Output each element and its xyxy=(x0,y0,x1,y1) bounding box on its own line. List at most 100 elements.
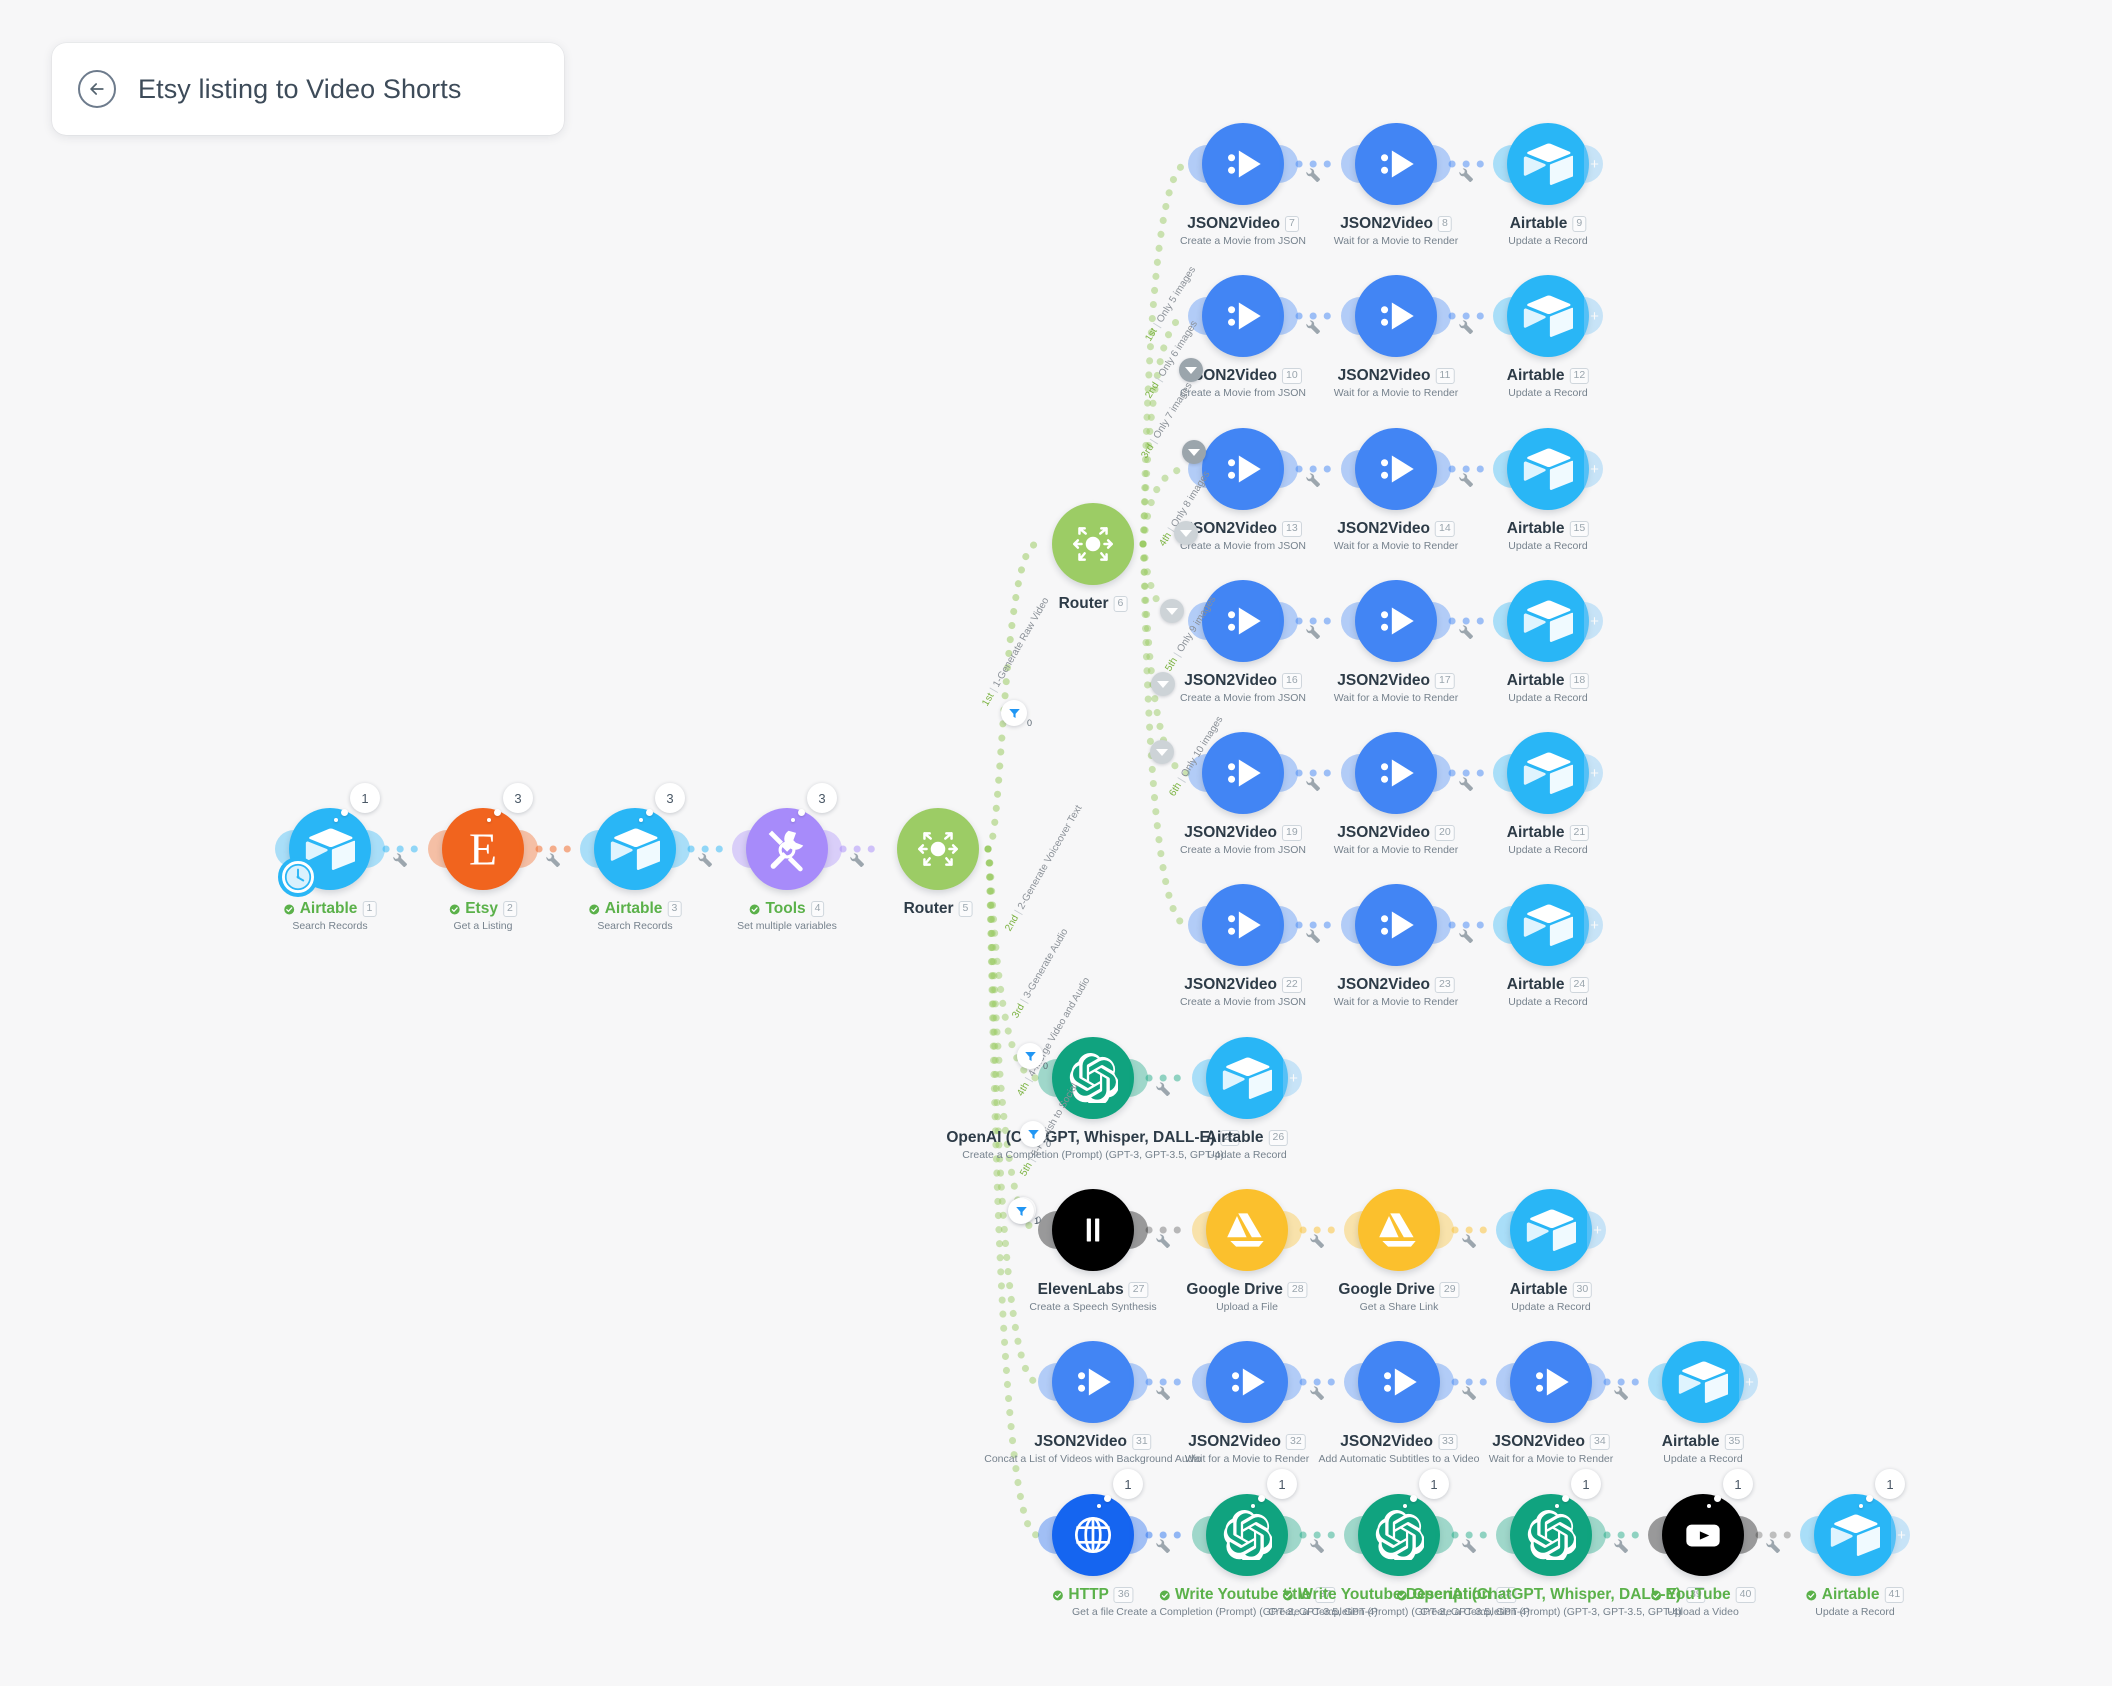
node-icon-google-drive-icon[interactable] xyxy=(1358,1189,1440,1271)
node-label: Airtable 9 Update a Record xyxy=(1508,216,1588,248)
settings-wrench-icon[interactable] xyxy=(1306,928,1321,943)
node-icon-json2video-icon[interactable] xyxy=(1202,884,1284,966)
settings-wrench-icon[interactable] xyxy=(1462,1385,1477,1400)
collapse-toggle-2[interactable] xyxy=(1182,440,1206,464)
node-icon-json2video-icon[interactable] xyxy=(1206,1341,1288,1423)
node-icon-json2video-icon[interactable] xyxy=(1355,884,1437,966)
settings-wrench-icon[interactable] xyxy=(1156,1538,1171,1553)
settings-wrench-icon[interactable] xyxy=(850,852,865,867)
collapse-toggle-4[interactable] xyxy=(1160,599,1184,623)
node-icon-airtable-icon[interactable] xyxy=(594,808,676,890)
settings-wrench-icon[interactable] xyxy=(1459,472,1474,487)
collapse-toggle-3[interactable] xyxy=(1174,521,1198,545)
collapse-toggle-5[interactable] xyxy=(1151,672,1175,696)
settings-wrench-icon[interactable] xyxy=(1459,167,1474,182)
node-icon-airtable-icon[interactable] xyxy=(1510,1189,1592,1271)
settings-wrench-icon[interactable] xyxy=(1459,776,1474,791)
node-icon-json2video-icon[interactable] xyxy=(1355,732,1437,814)
add-module-button[interactable]: + xyxy=(1584,145,1603,183)
filter-icon xyxy=(1027,1129,1039,1139)
node-icon-json2video-icon[interactable] xyxy=(1202,275,1284,357)
node-icon-airtable-icon[interactable] xyxy=(1507,428,1589,510)
settings-wrench-icon[interactable] xyxy=(1306,624,1321,639)
settings-wrench-icon[interactable] xyxy=(1462,1233,1477,1248)
node-icon-airtable-icon[interactable] xyxy=(1662,1341,1744,1423)
settings-wrench-icon[interactable] xyxy=(393,852,408,867)
route-filter-1[interactable]: 0 xyxy=(1001,700,1032,728)
node-output-connector xyxy=(1432,754,1451,792)
back-button[interactable] xyxy=(78,70,116,108)
node-icon-openai-icon[interactable] xyxy=(1510,1494,1592,1576)
node-icon-airtable-icon[interactable] xyxy=(1507,580,1589,662)
settings-wrench-icon[interactable] xyxy=(1306,472,1321,487)
settings-wrench-icon[interactable] xyxy=(1156,1081,1171,1096)
node-icon-json2video-icon[interactable] xyxy=(1202,732,1284,814)
settings-wrench-icon[interactable] xyxy=(1459,319,1474,334)
node-icon-airtable-icon[interactable] xyxy=(1507,732,1589,814)
add-module-button[interactable]: + xyxy=(1584,450,1603,488)
operations-badge: 3 xyxy=(807,783,837,813)
route-filter-5[interactable]: 1 xyxy=(1008,1198,1039,1226)
settings-wrench-icon[interactable] xyxy=(1766,1538,1781,1553)
settings-wrench-icon[interactable] xyxy=(1306,167,1321,182)
settings-wrench-icon[interactable] xyxy=(1614,1538,1629,1553)
collapse-toggle-6[interactable] xyxy=(1150,740,1174,764)
node-icon-json2video-icon[interactable] xyxy=(1355,123,1437,205)
schedule-clock-icon[interactable] xyxy=(278,857,318,897)
settings-wrench-icon[interactable] xyxy=(1310,1233,1325,1248)
node-icon-airtable-icon[interactable] xyxy=(1507,884,1589,966)
node-icon-etsy-icon[interactable]: E xyxy=(442,808,524,890)
node-icon-router-icon[interactable] xyxy=(897,808,979,890)
node-icon-json2video-icon[interactable] xyxy=(1358,1341,1440,1423)
settings-wrench-icon[interactable] xyxy=(1614,1385,1629,1400)
node-icon-airtable-icon[interactable] xyxy=(1507,275,1589,357)
add-module-button[interactable]: + xyxy=(1584,754,1603,792)
node-icon-openai-icon[interactable] xyxy=(1206,1494,1288,1576)
settings-wrench-icon[interactable] xyxy=(698,852,713,867)
node-icon-openai-icon[interactable] xyxy=(1358,1494,1440,1576)
node-icon-airtable-icon[interactable] xyxy=(1206,1037,1288,1119)
node-icon-json2video-icon[interactable] xyxy=(1355,428,1437,510)
route-filter-4[interactable]: 0 xyxy=(1020,1121,1051,1149)
node-icon-youtube-icon[interactable] xyxy=(1662,1494,1744,1576)
wrench-icon xyxy=(1306,320,1320,334)
node-icon-json2video-icon[interactable] xyxy=(1202,580,1284,662)
node-icon-json2video-icon[interactable] xyxy=(1355,580,1437,662)
node-icon-airtable-icon[interactable] xyxy=(1814,1494,1896,1576)
settings-wrench-icon[interactable] xyxy=(1306,776,1321,791)
route-filter-3[interactable]: 0 xyxy=(1017,1043,1048,1071)
settings-wrench-icon[interactable] xyxy=(1156,1233,1171,1248)
scenario-canvas[interactable]: Etsy listing to Video Shorts 1 Airtable 1… xyxy=(0,0,2112,1686)
module-number: 20 xyxy=(1435,825,1455,842)
node-icon-json2video-icon[interactable] xyxy=(1355,275,1437,357)
collapse-toggle-1[interactable] xyxy=(1179,358,1203,382)
settings-wrench-icon[interactable] xyxy=(1306,319,1321,334)
settings-wrench-icon[interactable] xyxy=(1462,1538,1477,1553)
node-icon-json2video-icon[interactable] xyxy=(1510,1341,1592,1423)
node-icon-json2video-icon[interactable] xyxy=(1202,428,1284,510)
node-icon-elevenlabs-icon[interactable] xyxy=(1052,1189,1134,1271)
node-icon-airtable-icon[interactable] xyxy=(1507,123,1589,205)
add-module-button[interactable]: + xyxy=(1584,297,1603,335)
node-icon-http-globe-icon[interactable] xyxy=(1052,1494,1134,1576)
node-icon-tools-icon[interactable] xyxy=(746,808,828,890)
settings-wrench-icon[interactable] xyxy=(1310,1538,1325,1553)
node-action-name: Create a Movie from JSON xyxy=(1179,692,1307,705)
add-module-button[interactable]: + xyxy=(1283,1059,1302,1097)
settings-wrench-icon[interactable] xyxy=(1459,928,1474,943)
add-module-button[interactable]: + xyxy=(1891,1516,1910,1554)
wrench-icon xyxy=(1306,929,1320,943)
add-module-button[interactable]: + xyxy=(1584,602,1603,640)
add-module-button[interactable]: + xyxy=(1587,1211,1606,1249)
settings-wrench-icon[interactable] xyxy=(546,852,561,867)
node-icon-google-drive-icon[interactable] xyxy=(1206,1189,1288,1271)
settings-wrench-icon[interactable] xyxy=(1459,624,1474,639)
node-icon-json2video-icon[interactable] xyxy=(1052,1341,1134,1423)
node-label: JSON2Video 19 Create a Movie from JSON xyxy=(1180,825,1306,857)
settings-wrench-icon[interactable] xyxy=(1310,1385,1325,1400)
settings-wrench-icon[interactable] xyxy=(1156,1385,1171,1400)
add-module-button[interactable]: + xyxy=(1739,1363,1758,1401)
node-icon-router-icon[interactable] xyxy=(1052,503,1134,585)
node-icon-json2video-icon[interactable] xyxy=(1202,123,1284,205)
add-module-button[interactable]: + xyxy=(1584,906,1603,944)
